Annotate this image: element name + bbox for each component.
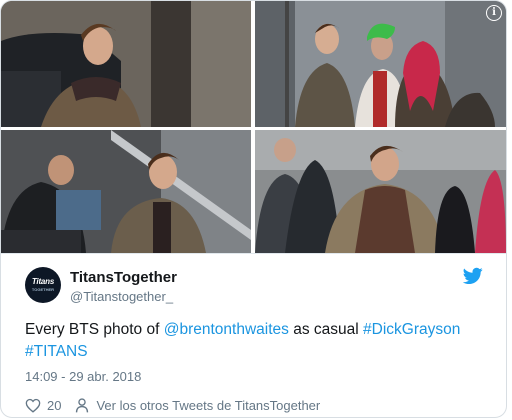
display-name[interactable]: TitansTogether bbox=[70, 269, 177, 286]
photo-3-image bbox=[1, 130, 251, 253]
photo-3[interactable] bbox=[1, 130, 251, 253]
text-segment: Every BTS photo of bbox=[25, 321, 164, 338]
tweet-card[interactable]: i Titans TOGETHER TitansTogether @Titans… bbox=[0, 0, 507, 418]
person-icon[interactable] bbox=[75, 397, 89, 413]
more-tweets-link[interactable]: Ver los otros Tweets de TitansTogether bbox=[96, 398, 320, 413]
photo-1-image bbox=[1, 1, 251, 127]
photo-grid[interactable]: i bbox=[1, 1, 506, 253]
heart-icon[interactable] bbox=[25, 398, 41, 413]
photo-1[interactable] bbox=[1, 1, 251, 127]
avatar-logo-subtext: TOGETHER bbox=[31, 287, 55, 292]
divider bbox=[1, 253, 506, 254]
photo-2[interactable]: i bbox=[255, 1, 506, 127]
info-icon[interactable]: i bbox=[486, 5, 502, 21]
hashtag-link-dickgrayson[interactable]: #DickGrayson bbox=[363, 321, 460, 338]
photo-2-image bbox=[255, 1, 506, 127]
timestamp[interactable]: 14:09 - 29 abr. 2018 bbox=[25, 369, 141, 384]
mention-link[interactable]: @brentonthwaites bbox=[164, 321, 289, 338]
avatar-logo-text: Titans bbox=[31, 277, 55, 286]
hashtag-link-titans[interactable]: #TITANS bbox=[25, 343, 88, 360]
text-segment: as casual bbox=[288, 321, 363, 338]
like-count[interactable]: 20 bbox=[47, 398, 61, 413]
avatar[interactable]: Titans TOGETHER bbox=[25, 267, 61, 303]
photo-4[interactable] bbox=[255, 130, 506, 253]
twitter-bird-icon[interactable] bbox=[463, 267, 483, 285]
tweet-text: Every BTS photo of @brentonthwaites as c… bbox=[25, 319, 495, 363]
photo-4-image bbox=[255, 130, 506, 253]
handle[interactable]: @Titanstogether_ bbox=[70, 289, 173, 304]
tweet-actions: 20 Ver los otros Tweets de TitansTogethe… bbox=[25, 396, 320, 414]
